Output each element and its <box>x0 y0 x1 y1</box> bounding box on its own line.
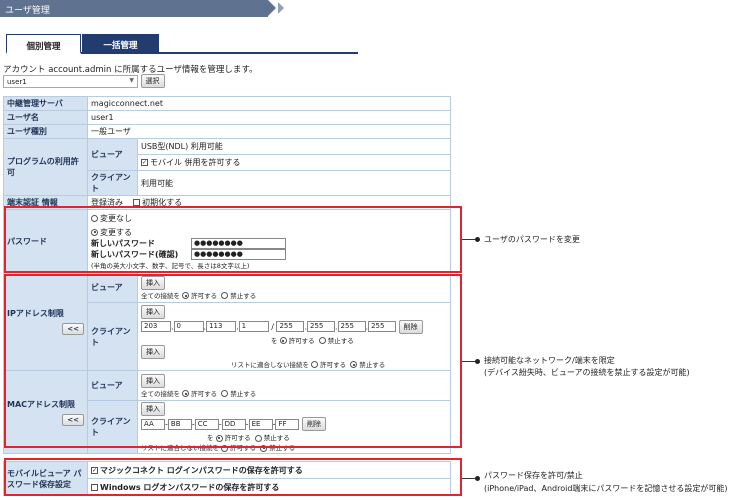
mobile-highlight <box>4 458 462 496</box>
mobile-combo-row: ✓ モバイル 併用を許可する <box>137 154 451 171</box>
page-header: ユーザ管理 <box>0 0 284 17</box>
mobile-note-2: (iPhone/iPad、Android端末にパスワードを記憶させる設定が可能) <box>484 484 728 493</box>
program-viewer-value: USB型(NDL) 利用可能 <box>137 138 451 155</box>
tab-bar: 個別管理 一括管理 <box>6 34 358 54</box>
select-button[interactable]: 選択 <box>140 74 165 88</box>
network-note-2: (デバイス紛失時、ビューアの接続を禁止する設定が可能) <box>484 368 690 377</box>
network-highlight <box>4 274 462 448</box>
terminal-init-checkbox[interactable] <box>133 199 141 206</box>
mobile-note-1: パスワード保存を許可/禁止 <box>484 471 583 480</box>
password-highlight <box>4 206 462 273</box>
username-value: user1 <box>87 110 451 125</box>
user-select-value: user1 <box>7 77 27 86</box>
relay-server-label: 中継管理サーバ <box>3 96 88 111</box>
header-arrow-icon-2 <box>278 2 284 14</box>
program-client-label: クライアント <box>87 170 138 196</box>
program-client-value: 利用可能 <box>137 170 451 196</box>
chevron-down-icon: ▼ <box>129 76 134 84</box>
user-type-label: ユーザ種別 <box>3 124 88 139</box>
program-label: プログラムの利用許可 <box>3 138 88 196</box>
password-note: ユーザのパスワードを変更 <box>484 235 580 244</box>
password-callout-dot-icon <box>475 237 480 242</box>
mobile-combo-label: モバイル 併用を許可する <box>150 158 241 167</box>
username-label: ユーザ名 <box>3 110 88 125</box>
network-note-1: 接続可能なネットワーク/端末を限定 <box>484 356 615 365</box>
user-type-value: 一般ユーザ <box>87 124 451 139</box>
mobile-combo-checkbox[interactable]: ✓ <box>141 159 148 166</box>
user-select[interactable]: user1 ▼ <box>3 74 138 88</box>
mobile-callout-dot-icon <box>475 476 480 481</box>
header-arrow-icon <box>268 0 276 16</box>
relay-server-value: magicconnect.net <box>87 96 451 111</box>
tab-individual[interactable]: 個別管理 <box>6 34 81 54</box>
user-select-row: user1 ▼ 選択 <box>3 74 165 88</box>
network-callout-dot-icon <box>475 359 480 364</box>
tab-bulk[interactable]: 一括管理 <box>82 34 159 54</box>
program-viewer-label: ビューア <box>87 138 138 171</box>
page-title: ユーザ管理 <box>5 6 50 16</box>
